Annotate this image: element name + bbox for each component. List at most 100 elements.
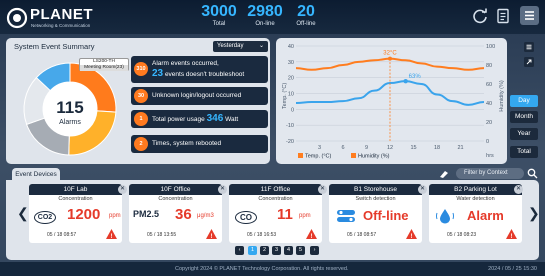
donut-total: 115 [56,98,83,117]
legend-hum-swatch [351,153,356,158]
card-title: B2 Parking Lot [429,184,522,195]
card-title: 11F Office [229,184,322,195]
stat-offline: 20 Off-line [293,3,319,28]
event-card-11f-office[interactable]: 11F Office Concentration CO 11 ppm 05 / … [229,184,322,243]
card-value: 36 [175,206,192,223]
prev-arrow-icon[interactable]: ❮ [17,205,29,222]
donut-tooltip: LS200-TH Meeting Room(23) [79,58,129,71]
export-icon[interactable] [523,56,535,68]
svg-text:!: ! [311,234,313,240]
alarm-card-power[interactable]: 1 Total power usage 346 Watt [131,110,268,128]
period-select[interactable]: Yesterday ⌄ [213,41,268,52]
y-left-tick: 0 [291,107,294,113]
card-title: B1 Storehouse [329,184,422,195]
range-year-button[interactable]: Year [510,128,538,140]
page-5-button[interactable]: 5 [296,246,305,255]
page-4-button[interactable]: 4 [284,246,293,255]
alarm-badge: 30 [134,89,148,103]
power-pre: Total power usage [152,116,205,123]
event-card-10f-lab[interactable]: 10F Lab Concentration CO2 1200 ppm 05 / … [29,184,122,243]
peak-marker [388,56,392,61]
water-drop-icon [436,209,454,224]
menu-button[interactable] [520,6,539,25]
y-right-tick: 100 [486,44,495,50]
y-left-tick: 10 [288,92,294,98]
card-date: 05 / 18 13:55 [147,232,177,238]
donut-label: Alarms [59,119,81,126]
stat-online: 2980 On-line [245,3,285,28]
y-right-tick: 20 [486,120,492,126]
card-unit: ppm [109,213,121,219]
card-date: 05 / 18 08:23 [447,232,477,238]
page-2-button[interactable]: 2 [260,246,269,255]
pm25-icon: PM2.5 [133,209,160,219]
stat-total-value: 3000 [201,3,237,20]
event-card-b1-storehouse[interactable]: B1 Storehouse Switch detection Off-line … [329,184,422,243]
co2-icon: CO2 [34,211,56,224]
x-tick: 12 [387,145,393,151]
y-left-tick: -20 [286,139,294,145]
next-arrow-icon[interactable]: ❯ [528,205,540,222]
card-date: 05 / 18 16:53 [247,232,277,238]
filter-input[interactable]: Filter by Context [456,168,524,179]
range-total-button[interactable]: Total [510,146,538,158]
card-title: 10F Lab [29,184,122,195]
x-tick: 18 [434,145,440,151]
y-right-tick: 40 [486,101,492,107]
list-view-icon[interactable] [523,41,535,53]
document-icon[interactable] [495,8,511,24]
alarm-text: Unknown login/logout occurred [152,92,242,99]
y-left-tick: 40 [288,44,294,50]
range-day-button[interactable]: Day [510,95,538,107]
copyright-text: Copyright 2024 © PLANET Technology Corpo… [175,266,349,272]
svg-text:!: ! [111,234,113,240]
stat-online-label: On-line [255,21,275,27]
close-card-icon[interactable]: ✕ [514,185,523,194]
alarm-card-reboot[interactable]: 2 Times, system rebooted [131,135,268,153]
y-left-tick: 30 [288,60,294,66]
close-card-icon[interactable]: ✕ [118,185,127,194]
warning-icon: ! [106,229,117,240]
search-icon[interactable] [527,168,538,179]
x-axis-unit: hrs [486,153,494,159]
legend-temp-swatch [298,153,303,158]
x-tick: 3 [318,145,321,151]
warning-icon: ! [406,229,417,240]
card-title: 10F Office [129,184,222,195]
planet-logo-icon [6,7,28,29]
page-1-button[interactable]: 1 [248,246,257,255]
temp-humidity-chart: 403020100-10-201008060402003 6 9 12 15 18 21 3… [282,44,505,160]
page-3-button[interactable]: 3 [272,246,281,255]
alarm-text: Alarm events occurred, [152,60,219,67]
close-card-icon[interactable]: ✕ [418,185,427,194]
page-prev-button[interactable]: ‹ [235,246,244,255]
card-type: Concentration [258,196,293,202]
stat-total: 3000 Total [199,3,239,28]
card-type: Concentration [58,196,93,202]
page-next-button[interactable]: › [310,246,319,255]
y-axis-right-label: Humidity (%) [499,80,505,112]
card-unit: ppm [299,213,311,219]
y-right-tick: 0 [486,139,489,145]
range-month-button[interactable]: Month [510,111,538,123]
alarm-card-events[interactable]: 310 Alarm events occurred, 23 events doe… [131,56,268,83]
co-icon: CO [235,211,257,224]
chevron-down-icon: ⌄ [258,43,264,49]
humidity-marker [403,78,408,84]
refresh-icon[interactable] [472,8,488,24]
stat-offline-label: Off-line [296,21,316,27]
card-value: Off-line [363,208,409,223]
close-card-icon[interactable]: ✕ [318,185,327,194]
period-value: Yesterday [217,43,244,49]
event-card-10f-office[interactable]: 10F Office Concentration PM2.5 36 μg/m3 … [129,184,222,243]
clear-filter-icon[interactable] [438,168,450,179]
brand-tagline: Networking & Communication [31,23,91,28]
alarm-card-login[interactable]: 30 Unknown login/logout occurred [131,87,268,105]
alarm-subline: 23 events doesn't troubleshoot [152,68,244,79]
alarm-badge: 1 [134,112,148,126]
legend-hum: Humidity (%) [358,154,390,160]
close-card-icon[interactable]: ✕ [218,185,227,194]
switch-icon [337,210,355,222]
event-card-b2-parking-lot[interactable]: B2 Parking Lot Water detection Alarm 05 … [429,184,522,243]
card-type: Switch detection [355,196,396,202]
